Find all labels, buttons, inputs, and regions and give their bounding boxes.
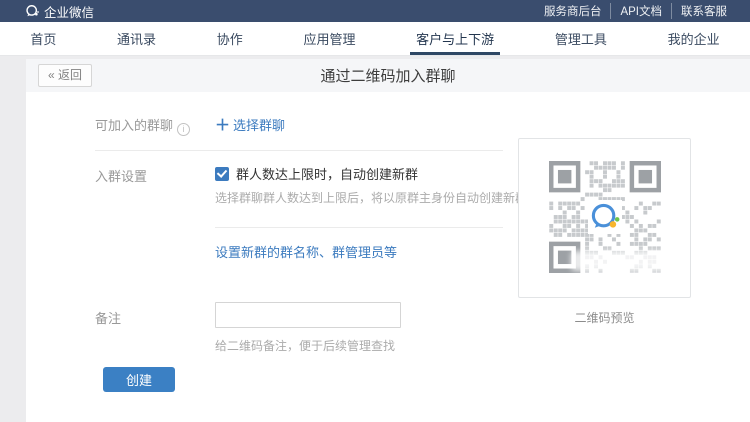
topbar: 企业微信 服务商后台 API文档 联系客服 <box>0 0 750 22</box>
auto-create-checkbox-label[interactable]: 群人数达上限时，自动创建新群 <box>236 164 418 183</box>
card-body: 可加入的群聊i ＋选择群聊 入群设置 群人数达上限时，自动创建新群 选择群聊群人… <box>26 94 750 422</box>
qr-watermark-blur <box>571 251 669 271</box>
plus-icon: ＋ <box>215 117 230 134</box>
page-background: « 返回 通过二维码加入群聊 可加入的群聊i ＋选择群聊 入群设置 群人数达上限… <box>0 57 750 422</box>
qr-preview-panel <box>518 138 691 298</box>
auto-create-group-option[interactable]: 群人数达上限时，自动创建新群 <box>215 164 418 183</box>
wecom-logo-icon <box>25 4 39 18</box>
select-group-link[interactable]: ＋选择群聊 <box>215 114 285 135</box>
remark-hint: 给二维码备注，便于后续管理查找 <box>215 337 395 354</box>
qr-preview-caption: 二维码预览 <box>518 309 691 326</box>
page-title: 通过二维码加入群聊 <box>26 65 750 86</box>
nav-item-customers[interactable]: 客户与上下游 <box>410 22 500 55</box>
nav-item-home[interactable]: 首页 <box>24 22 62 55</box>
join-settings-label: 入群设置 <box>95 166 147 185</box>
nav-item-contacts[interactable]: 通讯录 <box>111 22 162 55</box>
joinable-group-label: 可加入的群聊i <box>95 115 190 136</box>
topbar-link-api-docs[interactable]: API文档 <box>610 3 671 19</box>
auto-create-checkbox[interactable] <box>215 167 229 181</box>
auto-create-hint: 选择群聊群人数达到上限后，将以原群主身份自动创建新群 <box>215 189 527 206</box>
divider <box>95 150 503 151</box>
nav-item-collaboration[interactable]: 协作 <box>211 22 249 55</box>
topbar-link-service-provider[interactable]: 服务商后台 <box>535 3 611 19</box>
qr-code <box>549 161 661 273</box>
app-logo-text: 企业微信 <box>44 2 94 21</box>
main-nav: 首页 通讯录 协作 应用管理 客户与上下游 管理工具 我的企业 <box>0 22 750 56</box>
remark-input[interactable] <box>215 302 401 328</box>
topbar-link-contact-support[interactable]: 联系客服 <box>671 3 736 19</box>
wecom-qr-logo-icon <box>588 200 622 234</box>
content-card: « 返回 通过二维码加入群聊 可加入的群聊i ＋选择群聊 入群设置 群人数达上限… <box>26 59 750 422</box>
back-button[interactable]: « 返回 <box>38 64 92 86</box>
nav-item-management-tools[interactable]: 管理工具 <box>549 22 613 55</box>
app-logo[interactable]: 企业微信 <box>25 2 94 21</box>
info-icon[interactable]: i <box>177 123 190 136</box>
topbar-links: 服务商后台 API文档 联系客服 <box>535 3 736 19</box>
nav-item-app-management[interactable]: 应用管理 <box>297 22 361 55</box>
card-header: « 返回 通过二维码加入群聊 <box>26 59 750 92</box>
remark-label: 备注 <box>95 308 121 327</box>
nav-item-my-enterprise[interactable]: 我的企业 <box>662 22 726 55</box>
create-button[interactable]: 创建 <box>103 367 175 392</box>
new-group-settings-link[interactable]: 设置新群的群名称、群管理员等 <box>215 242 397 261</box>
divider <box>215 227 503 228</box>
